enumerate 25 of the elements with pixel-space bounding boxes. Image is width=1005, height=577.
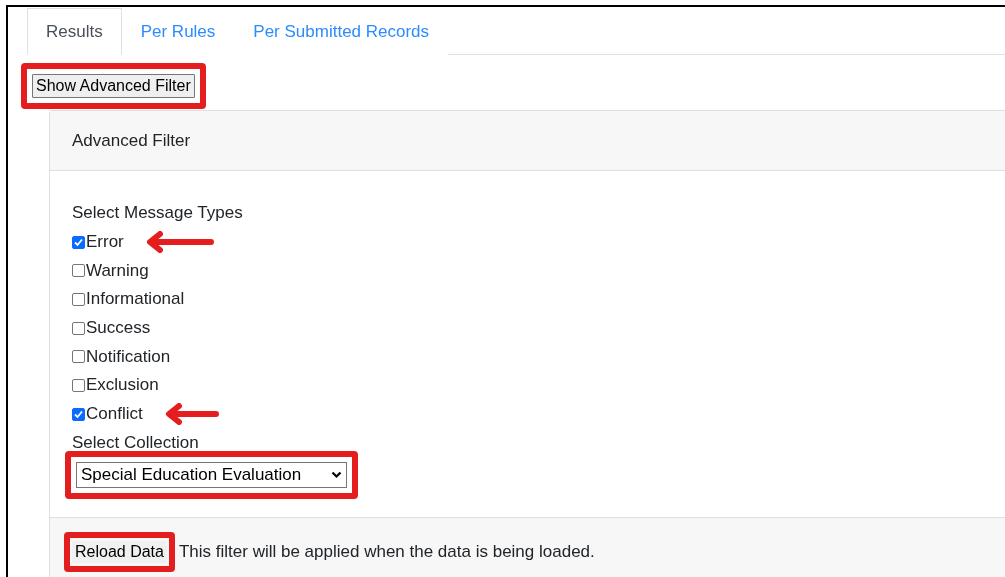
checkbox-label: Exclusion — [86, 375, 159, 396]
field-label: Select Collection — [72, 431, 199, 454]
reload-button[interactable]: Reload Data — [72, 540, 167, 563]
checkbox-label: Error — [86, 232, 124, 253]
collection-select[interactable]: Special Education Evaluation — [76, 462, 348, 489]
tab[interactable]: Results — [27, 8, 122, 55]
show-filter-button[interactable]: Show Advanced Filter — [32, 74, 195, 98]
footer-note: This filter will be applied when the data is being loaded. — [178, 541, 595, 562]
checkbox[interactable] — [72, 379, 85, 392]
checkbox-label: Informational — [86, 289, 185, 310]
checkbox-label: Conflict — [86, 404, 143, 425]
checkbox[interactable] — [72, 235, 85, 249]
checkbox[interactable] — [72, 321, 85, 335]
checkbox[interactable] — [72, 407, 85, 421]
checkbox-label: Notification — [86, 346, 171, 367]
checkbox[interactable] — [72, 350, 85, 364]
card-title: Advanced Filter — [72, 130, 191, 151]
arrow-icon — [145, 231, 214, 254]
chevron-down-icon — [331, 471, 343, 480]
field-label: Select Message Types — [72, 202, 243, 224]
checkbox-label: Success — [86, 318, 151, 339]
checkbox[interactable] — [72, 292, 85, 306]
arrow-icon — [164, 403, 219, 426]
checkbox[interactable] — [72, 264, 85, 278]
checkbox-label: Warning — [86, 260, 149, 281]
